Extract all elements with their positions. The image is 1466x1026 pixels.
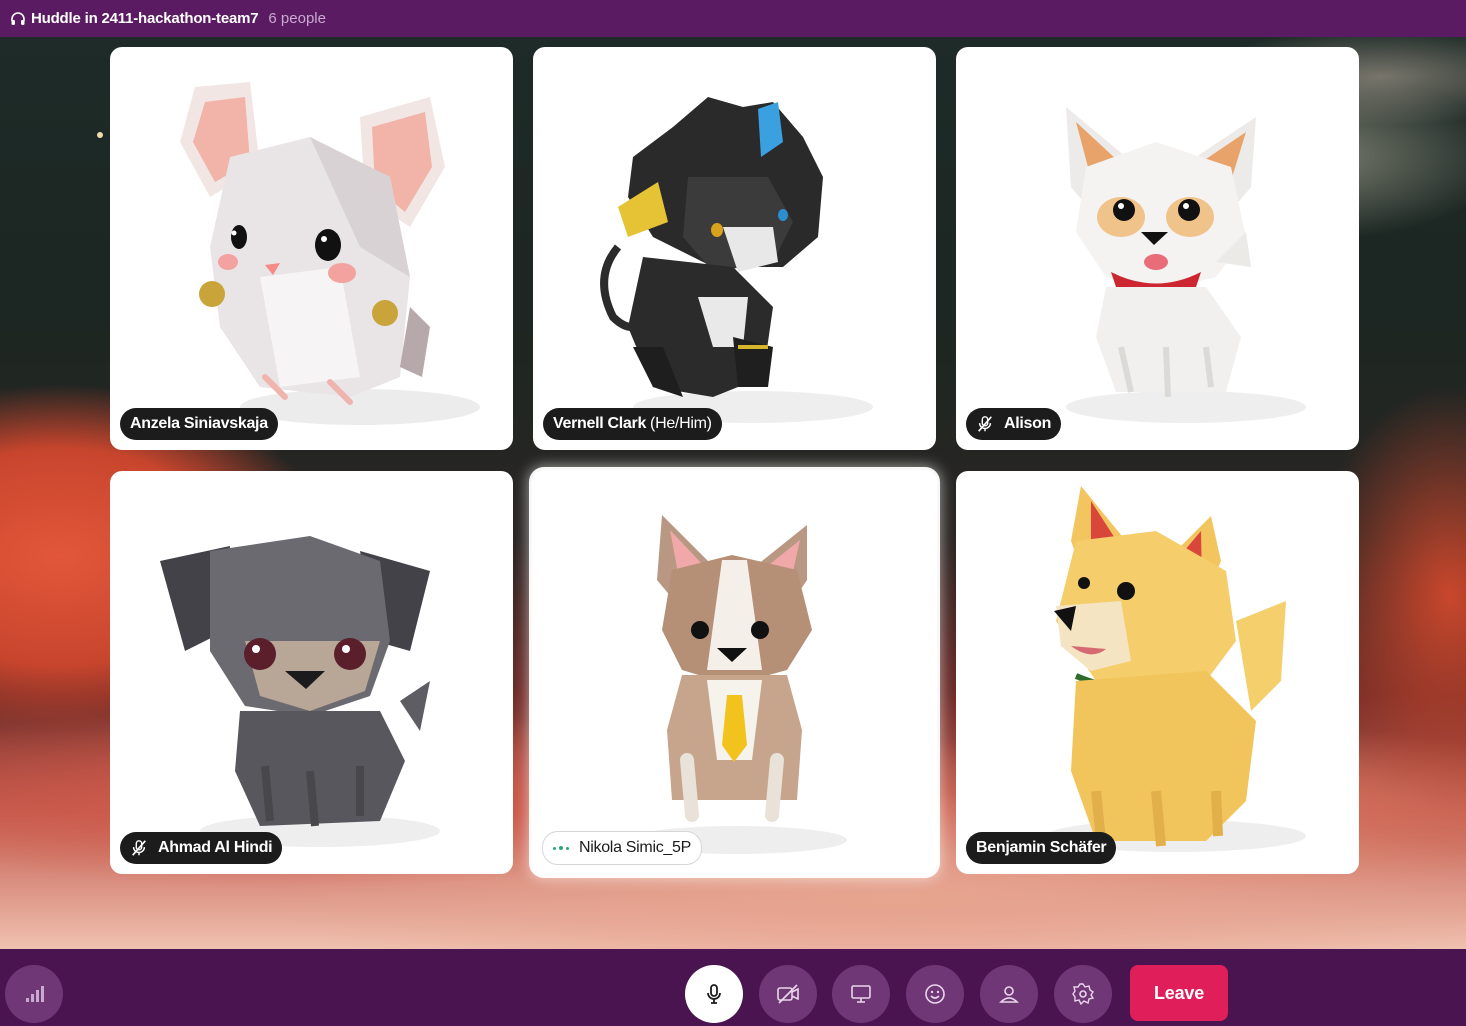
- participant-name-tag: Benjamin Schäfer: [966, 832, 1117, 864]
- participant-tile-vernell[interactable]: Vernell Clark (He/Him): [533, 47, 936, 450]
- speaking-indicator-icon: [553, 846, 569, 850]
- huddle-controls: Leave: [0, 949, 1466, 1026]
- corgi-avatar: [627, 515, 847, 854]
- emoji-icon: [925, 984, 945, 1004]
- participant-name: Nikola Simic_5P: [579, 839, 691, 856]
- connection-bars-icon: [26, 986, 44, 1002]
- participant-tile-ahmad[interactable]: Ahmad Al Hindi: [110, 471, 513, 874]
- participant-name-tag: Anzela Siniavskaja: [120, 408, 278, 440]
- leave-button[interactable]: Leave: [1130, 965, 1228, 1021]
- mouse-avatar: [180, 82, 480, 425]
- participant-name: Vernell Clark: [553, 415, 647, 432]
- participant-name: Alison: [1004, 415, 1052, 432]
- participant-name-tag: Vernell Clark (He/Him): [543, 408, 722, 440]
- participant-name-tag: Ahmad Al Hindi: [120, 832, 283, 864]
- lion-avatar: [600, 97, 873, 423]
- participant-tile-alison[interactable]: Alison: [956, 47, 1359, 450]
- huddle-header: Huddle in 2411-hackathon-team7 6 people: [0, 0, 1466, 37]
- participant-pronouns: (He/Him): [650, 415, 712, 432]
- participant-name: Benjamin Schäfer: [976, 839, 1107, 856]
- connection-button[interactable]: [5, 965, 63, 1023]
- white-dog-avatar: [1066, 107, 1306, 423]
- participant-tile-benjamin[interactable]: Benjamin Schäfer: [956, 471, 1359, 874]
- participant-count[interactable]: 6 people: [268, 10, 326, 27]
- settings-button[interactable]: [1054, 965, 1112, 1023]
- participant-name-tag: Nikola Simic_5P: [542, 831, 702, 865]
- background-spark: [97, 132, 103, 138]
- reactions-button[interactable]: [906, 965, 964, 1023]
- participant-name: Anzela Siniavskaja: [130, 415, 268, 432]
- microphone-icon: [707, 984, 721, 1004]
- video-button[interactable]: [759, 965, 817, 1023]
- participant-name: Ahmad Al Hindi: [158, 839, 273, 856]
- participant-name-tag: Alison: [966, 408, 1062, 440]
- mic-muted-icon: [978, 416, 992, 432]
- participant-tile-nikola[interactable]: Nikola Simic_5P: [532, 470, 937, 875]
- people-icon: [999, 986, 1019, 1003]
- microphone-button[interactable]: [685, 965, 743, 1023]
- mic-muted-icon: [132, 840, 146, 856]
- video-off-icon: [777, 984, 799, 1004]
- people-button[interactable]: [980, 965, 1038, 1023]
- settings-icon: [1072, 983, 1095, 1006]
- screen-share-button[interactable]: [832, 965, 890, 1023]
- headphones-icon: [11, 11, 25, 25]
- huddle-title: Huddle in 2411-hackathon-team7: [31, 10, 259, 27]
- screen-share-icon: [851, 985, 871, 1003]
- participant-tile-anzela[interactable]: Anzela Siniavskaja: [110, 47, 513, 450]
- grey-puppy-avatar: [160, 536, 440, 847]
- shiba-avatar: [1046, 486, 1306, 852]
